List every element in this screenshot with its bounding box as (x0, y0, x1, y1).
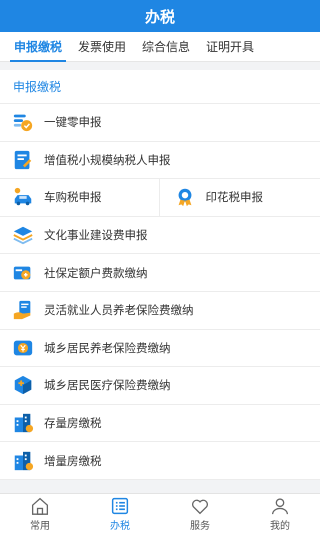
nav-label: 常用 (30, 521, 50, 532)
home-icon (31, 497, 49, 515)
nav-common[interactable]: 常用 (0, 494, 80, 535)
spacer (0, 62, 320, 70)
list-row: 城乡居民医疗保险费缴纳 (0, 367, 320, 405)
item-vehicle-tax[interactable]: 车购税申报 (0, 179, 159, 216)
list-row: 车购税申报 印花税申报 (0, 179, 320, 217)
item-label: 城乡居民医疗保险费缴纳 (44, 378, 171, 393)
nav-mine[interactable]: 我的 (240, 494, 320, 535)
item-label: 社保定额户费款缴纳 (44, 265, 148, 280)
building-icon (14, 451, 34, 470)
item-label: 一键零申报 (44, 115, 102, 130)
item-existing-house-tax[interactable]: 存量房缴税 (0, 405, 320, 442)
heart-icon (192, 499, 208, 515)
item-culture-fee[interactable]: 文化事业建设费申报 (0, 217, 320, 254)
pension-icon (13, 340, 33, 356)
building-icon (14, 413, 34, 433)
item-zero-declaration[interactable]: 一键零申报 (0, 104, 320, 141)
item-flexible-pension[interactable]: 灵活就业人员养老保险费缴纳 (0, 292, 320, 329)
medical-box-icon (14, 376, 32, 395)
vat-form-icon (14, 150, 32, 170)
nav-tax[interactable]: 办税 (80, 494, 160, 535)
nav-label: 我的 (270, 521, 290, 532)
layers-icon (13, 226, 33, 245)
section-title: 申报缴税 (0, 70, 320, 104)
service-list: 申报缴税 一键零申报 增值税小规模纳税人申报 车购税申报 印花税申报 文化事业建… (0, 70, 320, 480)
list-row: 社保定额户费款缴纳 (0, 254, 320, 292)
tab-invoice-use[interactable]: 发票使用 (70, 38, 134, 61)
hand-document-icon (13, 301, 31, 320)
list-row: 增值税小规模纳税人申报 (0, 142, 320, 180)
item-resident-pension[interactable]: 城乡居民养老保险费缴纳 (0, 330, 320, 367)
list-row: 存量房缴税 (0, 405, 320, 443)
page-title: 办税 (144, 7, 175, 26)
list-row: 城乡居民养老保险费缴纳 (0, 330, 320, 368)
tab-certificate[interactable]: 证明开具 (198, 38, 262, 61)
zero-declare-icon (13, 114, 33, 132)
nav-label: 办税 (110, 521, 130, 532)
item-label: 城乡居民养老保险费缴纳 (44, 340, 171, 355)
list-row: 文化事业建设费申报 (0, 217, 320, 255)
item-resident-medical[interactable]: 城乡居民医疗保险费缴纳 (0, 367, 320, 404)
item-label: 存量房缴税 (44, 416, 102, 431)
list-row: 一键零申报 (0, 104, 320, 142)
item-label: 印花税申报 (205, 190, 264, 205)
item-label: 增值税小规模纳税人申报 (44, 152, 171, 167)
item-vat-small-scale[interactable]: 增值税小规模纳税人申报 (0, 142, 320, 179)
list-row: 灵活就业人员养老保险费缴纳 (0, 292, 320, 330)
item-label: 灵活就业人员养老保险费缴纳 (44, 303, 194, 318)
car-icon (14, 188, 32, 206)
item-label: 车购税申报 (44, 190, 102, 205)
tab-bar: 申报缴税 发票使用 综合信息 证明开具 (0, 32, 320, 62)
user-icon (271, 498, 289, 515)
top-bar: 办税 (0, 0, 320, 32)
list-row: 增量房缴税 (0, 442, 320, 480)
tab-general-info[interactable]: 综合信息 (134, 38, 198, 61)
item-stamp-tax[interactable]: 印花税申报 (158, 179, 320, 216)
item-new-house-tax[interactable]: 增量房缴税 (0, 442, 320, 479)
list-icon (111, 497, 129, 515)
tab-declare-pay[interactable]: 申报缴税 (6, 38, 70, 62)
bottom-nav: 常用 办税 服务 我的 (0, 493, 320, 535)
item-label: 增量房缴税 (44, 453, 102, 468)
nav-label: 服务 (190, 521, 210, 532)
item-social-security-fixed[interactable]: 社保定额户费款缴纳 (0, 254, 320, 291)
social-card-icon (13, 266, 31, 280)
stamp-icon (178, 189, 191, 207)
nav-service[interactable]: 服务 (160, 494, 240, 535)
item-label: 文化事业建设费申报 (44, 228, 148, 243)
